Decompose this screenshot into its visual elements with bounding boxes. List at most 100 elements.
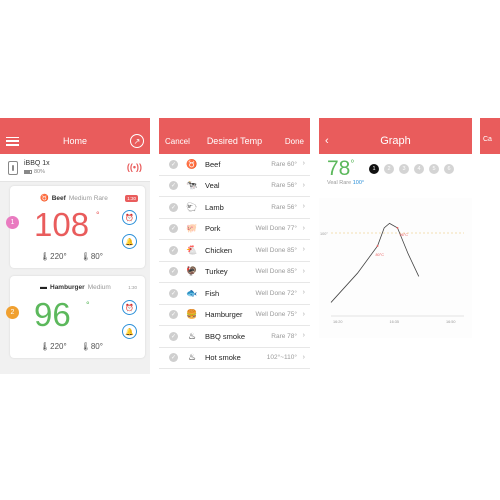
food-name: Chicken — [205, 245, 233, 255]
probe-card-1[interactable]: 1 ♉ Beef Medium Rare 1:30 108 ° 🌡220° 🌡8… — [6, 186, 145, 268]
alarm-clock-icon: ⏰ — [125, 214, 134, 222]
doneness-level: Rare 78° — [271, 332, 297, 340]
app-screens: Home ↗ iBBQ 1x 80% ((•)) 1 ♉ Beef Medium — [0, 0, 500, 500]
food-row[interactable]: ✓ 🐄 Veal Rare 56° › — [159, 176, 310, 197]
food-row[interactable]: ✓ ♨ Hot smoke 102°~110° › — [159, 348, 310, 369]
temperature-chart: 100° 16:20 16:35 16:50 80°C 96°C — [319, 198, 472, 338]
next-navbar: Ca — [480, 128, 500, 154]
food-name: Veal — [327, 180, 338, 186]
bell-button[interactable]: 🔔 — [122, 234, 137, 249]
food-row[interactable]: ✓ 🐟 Fish Well Done 72° › — [159, 283, 310, 305]
cancel-button[interactable]: Cancel — [165, 128, 190, 154]
desired-navbar: Cancel Desired Temp Done — [159, 128, 310, 154]
x-tick-label: 16:35 — [390, 320, 400, 324]
check-icon: ✓ — [169, 353, 178, 363]
home-screen: Home ↗ iBBQ 1x 80% ((•)) 1 ♉ Beef Medium — [0, 118, 150, 374]
probe-selector-6[interactable]: 6 — [444, 164, 454, 174]
chevron-right-icon: › — [302, 289, 305, 296]
food-name: Hamburger — [205, 310, 243, 320]
status-bar — [480, 118, 500, 128]
food-name: Turkey — [205, 267, 228, 277]
chevron-right-icon: › — [302, 353, 305, 361]
bell-icon: 🔔 — [125, 238, 134, 246]
alarm-clock-button[interactable]: ⏰ — [122, 210, 137, 225]
done-button[interactable]: Done — [285, 128, 304, 154]
pig-icon: 🐖 — [186, 223, 198, 234]
battery-level: 80% — [34, 169, 46, 175]
probe-selector: 123456 — [369, 164, 454, 174]
annotation-label: 96°C — [400, 233, 409, 237]
cow-icon: 🐄 — [186, 180, 198, 191]
annotation-label: 80°C — [376, 253, 385, 257]
doneness-label: Medium — [87, 284, 111, 291]
device-row[interactable]: iBBQ 1x 80% ((•)) — [0, 154, 150, 182]
probe-number: 1 — [6, 216, 19, 229]
doneness-level: Rare 56° — [271, 182, 297, 190]
battery-status: 80% — [24, 169, 50, 175]
chevron-right-icon: › — [302, 310, 305, 318]
probe-selector-3[interactable]: 3 — [399, 164, 409, 174]
graph-icon: ↗ — [130, 134, 144, 148]
check-icon: ✓ — [169, 267, 178, 277]
graph-button[interactable]: ↗ — [130, 128, 144, 154]
food-row[interactable]: ✓ ♨ BBQ smoke Rare 78° › — [159, 326, 310, 348]
food-row[interactable]: ✓ ♉ Beef Rare 60° › — [159, 154, 310, 176]
chicken-icon: 🐔 — [186, 244, 198, 255]
food-row[interactable]: ✓ 🐖 Pork Well Done 77° › — [159, 219, 310, 240]
x-tick-label: 16:50 — [446, 320, 456, 324]
target-temp: 🌡80° — [80, 252, 103, 261]
probe-selector-5[interactable]: 5 — [429, 164, 439, 174]
check-icon: ✓ — [169, 310, 178, 320]
turkey-icon: 🦃 — [186, 266, 198, 277]
graph-navbar: ‹ Graph — [319, 128, 472, 154]
thermometer-icon: 🌡 — [40, 252, 51, 261]
degree-symbol: ° — [86, 300, 90, 310]
data-point — [396, 226, 399, 229]
doneness-label: Rare — [339, 180, 352, 186]
hamburger-icon: 🍔 — [186, 309, 198, 320]
thermometer-icon: 🌡 — [40, 342, 51, 351]
probe-selector-2[interactable]: 2 — [384, 164, 394, 174]
menu-button[interactable] — [6, 128, 19, 154]
bell-button[interactable]: 🔔 — [122, 324, 137, 339]
home-navbar: Home ↗ — [0, 128, 150, 154]
doneness-level: Rare 60° — [271, 160, 297, 168]
food-name: Hot smoke — [205, 353, 241, 363]
status-bar — [319, 118, 472, 128]
ambient-temp: 🌡220° — [40, 252, 67, 261]
chevron-right-icon: › — [302, 332, 305, 339]
back-button[interactable]: ‹ — [325, 128, 329, 154]
chevron-right-icon: › — [302, 267, 305, 275]
food-name: Lamb — [205, 202, 224, 212]
probe-selector-1[interactable]: 1 — [369, 164, 379, 174]
degree-symbol: ° — [96, 210, 100, 220]
probe-selector-4[interactable]: 4 — [414, 164, 424, 174]
reference-label: 100° — [320, 232, 328, 236]
target-temp: 100° — [352, 180, 365, 186]
check-icon: ✓ — [169, 245, 178, 255]
doneness-level: Well Done 75° — [255, 311, 297, 319]
next-screen-partial: Ca — [480, 118, 500, 374]
device-name: iBBQ 1x — [24, 160, 50, 167]
sub-temps: 🌡220° 🌡80° — [40, 342, 103, 351]
card-title: ♉ Beef Medium Rare — [40, 194, 108, 203]
signal-icon: ((•)) — [126, 162, 142, 172]
grill-icon: ▬ — [40, 284, 47, 291]
food-name: Beef — [51, 194, 66, 202]
card-title: ▬ Hamburger Medium — [40, 284, 111, 291]
chevron-right-icon: › — [302, 181, 305, 189]
food-row[interactable]: ✓ 🦃 Turkey Well Done 85° › — [159, 262, 310, 283]
lamb-icon: 🐑 — [186, 201, 198, 212]
cancel-button[interactable]: Ca — [483, 136, 492, 143]
food-row[interactable]: ✓ 🐑 Lamb Rare 56° › — [159, 197, 310, 219]
food-row[interactable]: ✓ 🐔 Chicken Well Done 85° › — [159, 240, 310, 262]
smoke-icon: ♨ — [187, 330, 197, 341]
probe-card-2[interactable]: 2 ▬ Hamburger Medium 1:30 96 ° 🌡220° 🌡80… — [6, 276, 145, 358]
timer-label: 1:30 — [128, 285, 137, 290]
food-row[interactable]: ✓ 🍔 Hamburger Well Done 75° › — [159, 305, 310, 326]
battery-icon — [24, 170, 32, 174]
thermometer-device-icon — [8, 160, 18, 175]
alarm-clock-button[interactable]: ⏰ — [122, 300, 137, 315]
food-name: Veal — [205, 181, 220, 191]
fish-icon: 🐟 — [186, 287, 198, 298]
